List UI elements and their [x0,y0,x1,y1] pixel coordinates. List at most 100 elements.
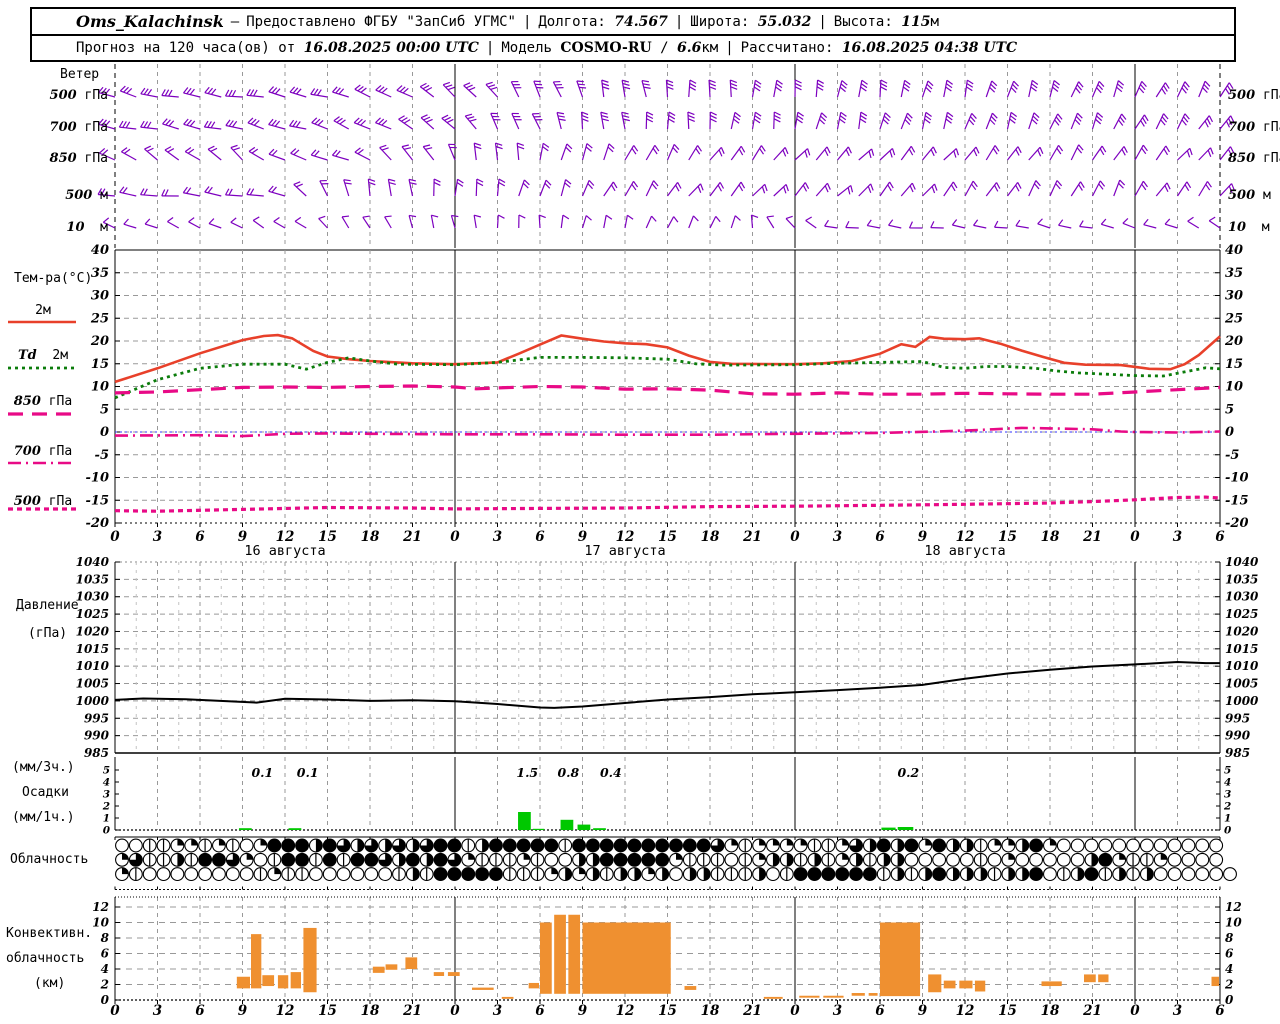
svg-text:21: 21 [742,529,762,545]
svg-text:0: 0 [101,993,110,1007]
svg-text:21: 21 [1082,529,1102,545]
header-dash: — [230,13,240,30]
svg-text:35: 35 [1225,266,1243,281]
pressure-chart: 1040 1040 1035 1035 1030 1030 1025 1025 1020 1020… [76,555,1259,760]
svg-text:6: 6 [875,529,885,545]
svg-text:6: 6 [1215,529,1225,545]
svg-text:2: 2 [102,801,110,813]
wind-level-500hpa: 500 гПа [49,88,108,103]
provider-label: Предоставлено ФГБУ "ЗапСиб УГМС" [246,13,516,30]
svg-text:18: 18 [361,1003,380,1019]
svg-text:10: 10 [1225,916,1242,930]
svg-text:0: 0 [1130,1003,1140,1019]
svg-text:1: 1 [103,813,110,825]
svg-text:18 августа: 18 августа [924,543,1005,559]
svg-text:1035: 1035 [76,572,109,586]
precip-section-title: Осадки [22,785,69,800]
svg-text:1020: 1020 [1225,624,1259,638]
wind-level-850hpa: 850 гПа [49,151,108,166]
svg-text:1020: 1020 [76,624,110,638]
svg-text:0: 0 [1225,425,1234,440]
longitude-label: Долгота: [538,13,606,30]
wind-level-10m-right: 10 м [1228,220,1270,235]
svg-text:15: 15 [318,1003,337,1019]
svg-text:5: 5 [1224,765,1231,777]
legend-850-label: 850 гПа [13,394,73,409]
svg-text:6: 6 [1225,947,1234,961]
svg-text:21: 21 [1082,1003,1102,1019]
temp-x-axis-labels: 0 3 6 9 12 15 18 21 0 3 6 9 12 15 18 21 0 3 6 9 12 15 18 21 0 3 61… [110,529,1225,559]
svg-text:4: 4 [1224,777,1231,789]
svg-text:3: 3 [153,1003,162,1019]
legend-td2m-label: Td 2м [17,348,69,363]
svg-text:995: 995 [84,711,109,725]
pressure-section-title: Давление [16,598,79,613]
legend-t2m-label: 2м [35,303,51,318]
svg-text:0.4: 0.4 [600,765,622,780]
wind-barb-row-4 [97,178,1235,197]
svg-text:12: 12 [92,900,109,914]
svg-text:18: 18 [701,1003,720,1019]
precip-value-labels: 0.1 0.1 1.5 0.8 0.4 0.2 [251,765,919,780]
bottom-x-axis-labels: 0 3 6 9 12 15 18 21 0 3 6 9 12 15 18 21 0 3 6 9 12 15 18 21 0 3 6 [110,1003,1225,1019]
svg-text:1010: 1010 [76,659,110,673]
svg-text:12: 12 [956,1003,975,1019]
svg-text:1000: 1000 [76,694,110,708]
svg-text:0: 0 [103,825,111,837]
svg-text:995: 995 [1225,711,1250,725]
model-label: Модель [501,40,552,56]
svg-text:-10: -10 [1225,471,1249,486]
separator: | [725,40,734,56]
svg-text:-5: -5 [1225,448,1239,463]
svg-text:12: 12 [616,1003,635,1019]
svg-text:21: 21 [402,529,422,545]
svg-text:5: 5 [100,402,109,417]
svg-text:0: 0 [1224,825,1232,837]
svg-text:1025: 1025 [1225,607,1258,621]
svg-text:1005: 1005 [1225,677,1258,691]
svg-text:-20: -20 [86,516,110,531]
separator: | [485,40,495,56]
wind-section-title: Ветер [60,67,100,82]
wind-level-10m: 10 м [66,220,108,235]
svg-text:1035: 1035 [1225,572,1258,586]
pressure-section-units: (гПа) [28,626,68,641]
svg-text:20: 20 [1224,334,1243,349]
svg-text:1040: 1040 [76,555,110,569]
separator: | [522,13,532,30]
svg-text:1000: 1000 [1225,694,1259,708]
separator: | [674,13,684,30]
svg-text:2: 2 [1223,801,1231,813]
svg-text:4: 4 [103,777,110,789]
svg-text:3: 3 [1173,529,1182,545]
svg-text:-10: -10 [86,471,110,486]
svg-text:6: 6 [535,1003,545,1019]
svg-text:40: 40 [91,243,109,258]
svg-text:6: 6 [195,1003,205,1019]
header-box: Oms_Kalachinsk — Предоставлено ФГБУ "Зап… [30,7,1236,62]
wind-barb-row-1 [98,79,1234,98]
wind-level-700hpa: 700 гПа [49,120,108,135]
cloudiness-section [114,836,1237,890]
svg-text:21: 21 [402,1003,422,1019]
svg-text:10: 10 [1225,380,1243,395]
svg-text:3: 3 [833,529,842,545]
forecast-label: Прогноз на 120 часа(ов) от [76,40,296,56]
wind-level-500m: 500 м [65,188,108,203]
svg-text:3: 3 [103,789,110,801]
cloud-row-3 [115,867,1237,882]
svg-text:3: 3 [153,529,162,545]
svg-text:30: 30 [91,289,109,304]
model-resolution: 6.6 [677,40,702,56]
cloud-section-title: Облачность [10,852,89,867]
conv-section-title2: облачность [6,951,85,966]
meteogram-canvas: 40 4035 3530 3025 2520 2015 1510 105 50 0-5 -5-10-… [8,64,1259,1019]
forecast-time: 16.08.2025 00:00 UTC [303,40,479,56]
precip-chart: 5 54 43 32 21 10 00.1 0.1 1.5 0.8 0.4 0.2 [102,757,1232,837]
svg-text:3: 3 [493,529,502,545]
model-slash: / [660,40,669,56]
svg-text:9: 9 [238,1003,248,1019]
svg-text:40: 40 [1225,243,1243,258]
altitude-unit: м [930,13,939,30]
precip-units-3h: (мм/3ч.) [12,760,75,775]
